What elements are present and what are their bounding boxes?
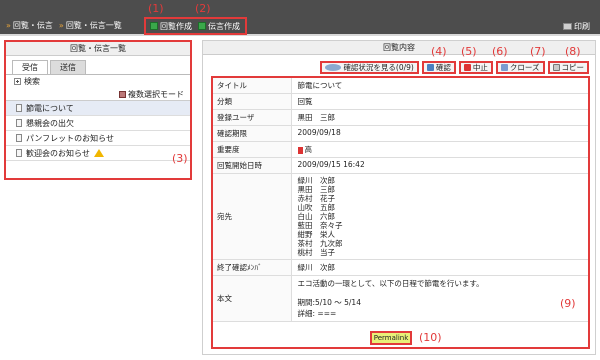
detail-table: タイトル 節電について 分類 回覧 登録ユーザ 黒田 三郎 確認期限 2009/09/1… [213,78,588,322]
table-row: 宛先 緑川 次郎 黒田 三郎 赤村 花子 山吹 五郎 白山 六郎 藍田 奈々子 … [213,173,588,260]
multiselect-icon [119,90,126,98]
message-body: エコ活動の一環として、以下の日程で節電を行います。 期間:5/10 ～ 5/14… [291,275,588,322]
flag-icon [297,146,303,154]
chevron-right-icon: » [58,21,64,30]
detail-table-box: タイトル 節電について 分類 回覧 登録ユーザ 黒田 三郎 確認期限 2009/09/1… [211,76,590,349]
callout-1: (1) [148,2,164,15]
recipient-list: 緑川 次郎 黒田 三郎 赤村 花子 山吹 五郎 白山 六郎 藍田 奈々子 紺野 … [291,173,588,260]
crumb-circulation[interactable]: » 回覧・伝言 [6,20,53,31]
warning-icon [93,149,104,157]
search-toggle[interactable]: 検索 [6,75,190,88]
document-icon [16,149,22,157]
circulation-list-panel: 回覧・伝言一覧 受信 送信 検索 複数選択モード 節電について 懇親会の出欠 パ… [4,40,192,180]
table-row: 確認期限 2009/09/18 [213,125,588,142]
callout-10: (10) [419,331,442,344]
tab-bar: 受信 送信 [6,56,190,75]
circulation-list: 節電について 懇親会の出欠 パンフレットのお知らせ 歓迎会のお知らせ [6,100,190,161]
confirm-button[interactable]: 確認 [421,61,456,74]
callout-3: (3) [172,152,188,165]
table-row: 回覧開始日時 2009/09/15 16:42 [213,157,588,174]
table-row: タイトル 節電について [213,78,588,94]
table-row: 本文 エコ活動の一環として、以下の日程で節電を行います。 期間:5/10 ～ 5… [213,275,588,322]
permalink-button[interactable]: Permalink [370,331,412,345]
callout-5: (5) [461,45,477,58]
callout-2: (2) [195,2,211,15]
document-icon [16,119,22,127]
close-icon [500,64,508,71]
tab-received[interactable]: 受信 [12,60,48,74]
search-icon [325,64,342,71]
stop-icon [463,64,471,71]
table-row: 終了確認ﾒﾝﾊﾞ 緑川 次郎 [213,259,588,276]
crumb-circulation-list[interactable]: » 回覧・伝言一覧 [59,20,122,31]
tab-sent[interactable]: 送信 [50,60,86,74]
list-item[interactable]: 歓迎会のお知らせ [6,146,190,161]
chevron-right-icon: » [6,21,11,30]
new-document-icon [198,22,206,30]
callout-9: (9) [560,297,576,310]
cancel-button[interactable]: 中止 [458,61,493,74]
document-icon [16,104,22,112]
create-circulation-button[interactable]: 回覧作成 [150,21,192,32]
print-button[interactable]: 印刷 [563,21,590,32]
check-icon [426,64,434,71]
list-item[interactable]: パンフレットのお知らせ [6,131,190,146]
list-item[interactable]: 懇親会の出欠 [6,116,190,131]
printer-icon [563,23,572,30]
circulation-detail-panel: 回覧内容 確認状況を見る(0/9) 確認 中止 クローズ コピー タイトル 節電に… [202,40,596,355]
new-document-icon [150,22,158,30]
detail-toolbar: 確認状況を見る(0/9) 確認 中止 クローズ コピー [320,61,589,74]
list-item[interactable]: 節電について [6,101,190,116]
document-icon [16,134,22,142]
top-bar: » 回覧・伝言 » 回覧・伝言一覧 回覧作成 伝言作成 印刷 [0,0,600,36]
callout-8: (8) [565,45,581,58]
table-row: 登録ユーザ 黒田 三郎 [213,109,588,126]
table-row: 分類 回覧 [213,93,588,110]
panel-title: 回覧・伝言一覧 [6,42,190,56]
copy-icon [552,64,560,71]
view-confirmation-status-button[interactable]: 確認状況を見る(0/9) [320,61,419,74]
callout-6: (6) [492,45,508,58]
breadcrumb: » 回覧・伝言 » 回覧・伝言一覧 [6,20,122,31]
close-button[interactable]: クローズ [495,61,545,74]
multiselect-mode-button[interactable]: 複数選択モード [6,88,190,100]
copy-button[interactable]: コピー [547,61,589,74]
expand-icon [14,78,21,85]
create-message-button[interactable]: 伝言作成 [198,21,240,32]
callout-4: (4) [431,45,447,58]
create-actions: 回覧作成 伝言作成 [144,17,247,35]
table-row: 重要度高 [213,141,588,158]
callout-7: (7) [530,45,546,58]
